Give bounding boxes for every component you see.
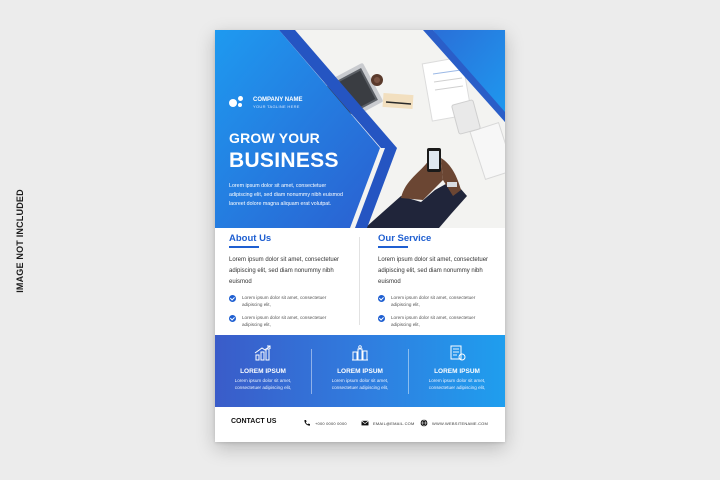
contact-email: EMAIL@EMAIL.COM [361,419,415,427]
contact-label: CONTACT US [231,418,277,425]
about-bullet: Lorem ipsum dolor sit amet, consectetuer… [229,314,347,328]
document-stack-icon [450,345,466,361]
about-bullet-text: Lorem ipsum dolor sit amet, consectetuer… [242,294,327,307]
company-name: COMPANY NAME [253,96,303,103]
check-icon [229,294,236,302]
contact-footer: CONTACT US +000 0000 0000 EMAIL@EMAIL.CO… [215,407,505,442]
hero-title-line1: GROW YOUR [229,130,320,146]
service-underline [378,246,408,248]
brand-block: COMPANY NAME YOUR TAGLINE HERE [229,96,302,110]
phone-icon [304,420,310,426]
service-section: Our Service Lorem ipsum dolor sit amet, … [378,233,496,328]
check-icon [378,294,385,302]
column-divider [359,237,360,325]
feature-card: LOREM IPSUM Lorem ipsum dolor sit amet, … [215,335,311,407]
hero-body-text: Lorem ipsum dolor sit amet, consectetuer… [229,183,343,207]
feature-desc: Lorem ipsum dolor sit amet, consectetuer… [331,378,389,390]
about-bullet-text: Lorem ipsum dolor sit amet, consectetuer… [242,314,327,327]
about-bullet: Lorem ipsum dolor sit amet, consectetuer… [229,294,347,308]
features-band: LOREM IPSUM Lorem ipsum dolor sit amet, … [215,335,505,407]
contact-phone-text: +000 0000 0000 [315,420,347,426]
service-paragraph: Lorem ipsum dolor sit amet, consectetuer… [378,256,489,285]
feature-desc: Lorem ipsum dolor sit amet, consectetuer… [428,378,486,390]
contact-email-text: EMAIL@EMAIL.COM [373,420,415,426]
feature-title: LOREM IPSUM [240,368,286,375]
company-logo-icon [229,96,249,110]
service-bullet: Lorem ipsum dolor sit amet, consectetuer… [378,294,496,308]
check-icon [229,314,236,322]
service-heading: Our Service [378,233,432,244]
contact-phone: +000 0000 0000 [303,419,347,427]
hero-title-line2: BUSINESS [229,149,339,172]
feature-title: LOREM IPSUM [337,368,383,375]
about-underline [229,246,259,248]
service-bullet-text: Lorem ipsum dolor sit amet, consectetuer… [391,314,476,327]
side-label: IMAGE NOT INCLUDED [15,189,25,293]
about-section: About Us Lorem ipsum dolor sit amet, con… [229,233,347,328]
feature-desc: Lorem ipsum dolor sit amet, consectetuer… [234,378,292,390]
about-heading: About Us [229,233,272,244]
contact-website: WWW.WEBSITENAME.COM [420,419,488,427]
globe-icon [420,419,428,427]
feature-card: LOREM IPSUM Lorem ipsum dolor sit amet, … [409,335,505,407]
service-bullet-text: Lorem ipsum dolor sit amet, consectetuer… [391,294,476,307]
envelope-icon [361,420,369,426]
image-not-included-note: IMAGE NOT INCLUDED [12,186,28,296]
company-tagline: YOUR TAGLINE HERE [253,103,300,109]
building-chart-icon [352,345,368,361]
growth-chart-icon [254,345,271,361]
feature-title: LOREM IPSUM [434,368,480,375]
service-bullet: Lorem ipsum dolor sit amet, consectetuer… [378,314,496,328]
contact-website-text: WWW.WEBSITENAME.COM [432,420,489,426]
flyer: COMPANY NAME YOUR TAGLINE HERE GROW YOUR… [215,30,505,442]
about-paragraph: Lorem ipsum dolor sit amet, consectetuer… [229,256,340,285]
check-icon [378,314,385,322]
feature-card: LOREM IPSUM Lorem ipsum dolor sit amet, … [312,335,408,407]
hero-section: COMPANY NAME YOUR TAGLINE HERE GROW YOUR… [215,30,505,228]
